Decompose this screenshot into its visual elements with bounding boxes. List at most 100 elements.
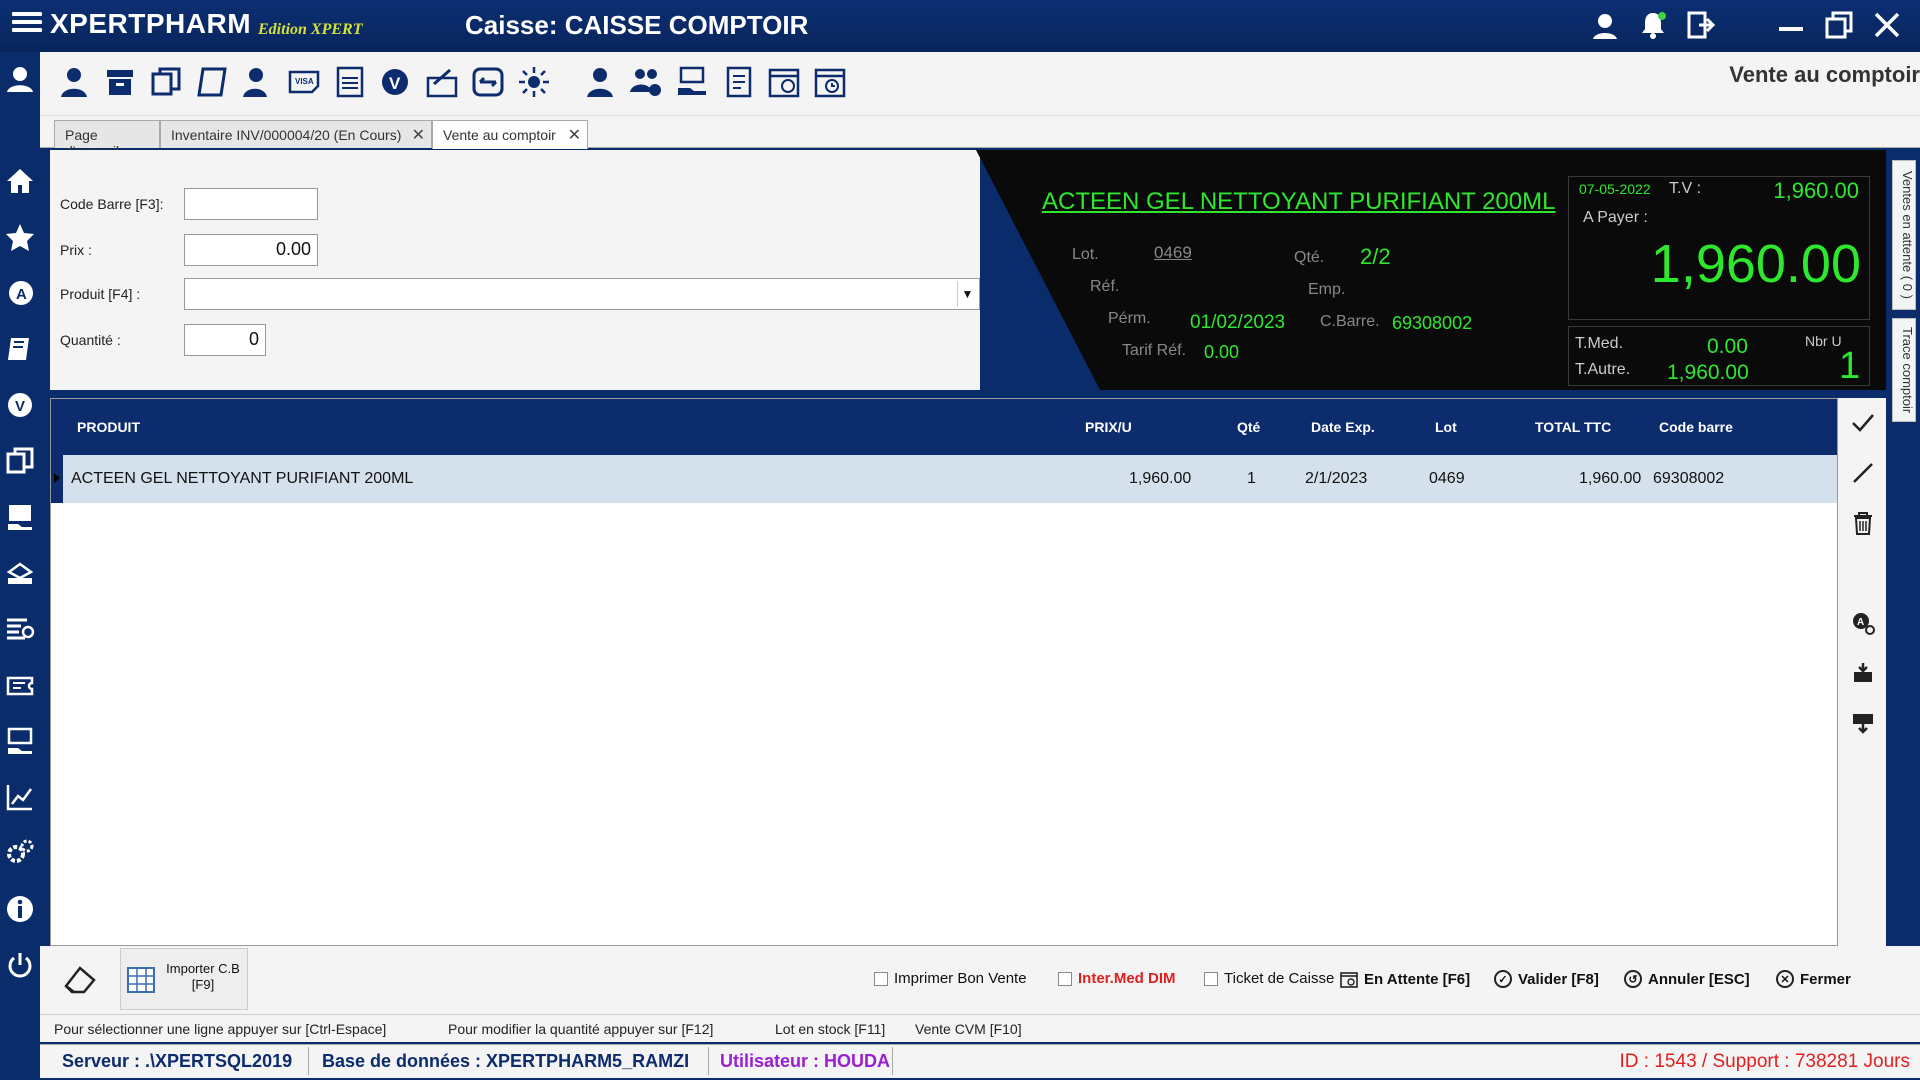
eraser-icon[interactable] [60, 960, 100, 1000]
ticket-icon[interactable] [3, 668, 37, 702]
valider-button[interactable]: ✓ Valider [F8] [1494, 970, 1599, 988]
stock-box-icon[interactable] [1848, 658, 1878, 688]
register-info-icon[interactable] [764, 62, 804, 102]
client-icon[interactable] [54, 62, 94, 102]
row-selector-icon[interactable] [51, 455, 63, 503]
ventes-icon[interactable]: V [3, 388, 37, 422]
checkbox[interactable] [874, 971, 888, 986]
bell-icon[interactable] [1636, 8, 1670, 42]
trash-icon[interactable] [1848, 508, 1878, 538]
quantite-label: Quantité : [60, 332, 121, 348]
sun-icon[interactable] [514, 62, 554, 102]
col-date-exp[interactable]: Date Exp. [1311, 419, 1375, 435]
tab-page-accueil[interactable]: Page d'accueil [54, 120, 160, 159]
invoice-icon[interactable] [718, 62, 758, 102]
achats-icon[interactable]: A [3, 276, 37, 310]
list-settings-icon[interactable] [3, 612, 37, 646]
col-qte[interactable]: Qté [1237, 419, 1260, 435]
search-product-icon[interactable]: A [1848, 608, 1878, 638]
tab-inventaire[interactable]: Inventaire INV/000004/20 (En Cours) ✕ [160, 120, 432, 148]
close-icon[interactable] [1870, 8, 1904, 42]
col-code-barre[interactable]: Code barre [1659, 419, 1733, 435]
fermer-button[interactable]: ✕ Fermer [1776, 970, 1851, 988]
prix-input[interactable]: 0.00 [184, 234, 318, 266]
col-total[interactable]: TOTAL TTC [1535, 419, 1611, 435]
check-icon[interactable] [1848, 408, 1878, 438]
checkbox[interactable] [1058, 971, 1072, 986]
user-support-icon[interactable] [1588, 8, 1622, 42]
user-profile-icon[interactable] [3, 62, 37, 96]
minimize-icon[interactable] [1774, 8, 1808, 42]
col-prix[interactable]: PRIX/U [1085, 419, 1132, 435]
imprimer-bon-checkbox[interactable]: Imprimer Bon Vente [874, 970, 1027, 987]
info-icon[interactable] [3, 892, 37, 926]
user-check-icon[interactable] [238, 62, 278, 102]
left-sidebar: A V [0, 52, 40, 1080]
table-row[interactable]: ACTEEN GEL NETTOYANT PURIFIANT 200ML 1,9… [51, 455, 1837, 503]
power-icon[interactable] [3, 948, 37, 982]
tab-vente-comptoir[interactable]: Vente au comptoir ✕ [432, 120, 588, 149]
tv-value: 1,960.00 [1773, 178, 1859, 203]
signature-icon[interactable] [422, 62, 462, 102]
archive-icon[interactable] [100, 62, 140, 102]
page-title: Vente au comptoir [1729, 62, 1920, 87]
person-icon[interactable] [580, 62, 620, 102]
info-product-name[interactable]: ACTEEN GEL NETTOYANT PURIFIANT 200ML [1042, 188, 1555, 216]
tmed-value: 0.00 [1707, 335, 1748, 358]
copy-icon[interactable] [3, 444, 37, 478]
app-brand: XPERTPHARM [50, 8, 252, 39]
transfer-icon[interactable] [3, 724, 37, 758]
imprimer-label: Imprimer Bon Vente [894, 970, 1027, 987]
trace-comptoir-tab[interactable]: Trace comptoir [1892, 318, 1916, 422]
col-produit[interactable]: PRODUIT [77, 419, 140, 435]
calculator-icon[interactable] [330, 62, 370, 102]
star-icon[interactable] [3, 220, 37, 254]
home-icon[interactable] [3, 164, 37, 198]
close-tab-icon[interactable]: ✕ [568, 125, 581, 145]
check-circle-icon: ✓ [1494, 970, 1512, 988]
svg-text:V: V [389, 74, 401, 93]
ventes-attente-tab[interactable]: Ventes en attente ( 0 ) [1892, 160, 1916, 310]
catalog-icon[interactable] [192, 62, 232, 102]
code-barre-input[interactable] [184, 188, 318, 220]
col-lot[interactable]: Lot [1435, 419, 1457, 435]
produit-select[interactable]: ▼ [184, 278, 980, 310]
payment-icon[interactable] [3, 500, 37, 534]
stock-icon[interactable] [3, 556, 37, 590]
close-tab-icon[interactable]: ✕ [412, 125, 425, 145]
hint-vente-cvm: Vente CVM [F10] [915, 1021, 1022, 1037]
tmed-label: T.Med. [1575, 335, 1624, 352]
tab-label: Inventaire INV/000004/20 (En Cours) [171, 127, 402, 143]
logout-icon[interactable] [1684, 8, 1718, 42]
product-info-panel: ACTEEN GEL NETTOYANT PURIFIANT 200ML Lot… [970, 150, 1886, 390]
restore-icon[interactable] [1822, 8, 1856, 42]
edit-pencil-icon[interactable] [1848, 458, 1878, 488]
exchange-icon[interactable] [468, 62, 508, 102]
duplicate-icon[interactable] [146, 62, 186, 102]
settings-icon[interactable] [3, 836, 37, 870]
register-clock-icon[interactable] [810, 62, 850, 102]
cell-date-exp: 2/1/2023 [1305, 470, 1368, 487]
chart-icon[interactable] [3, 780, 37, 814]
vente-circle-icon[interactable]: V [376, 62, 416, 102]
hamburger-menu-icon[interactable] [12, 8, 42, 38]
download-icon[interactable] [1848, 708, 1878, 738]
keyboard-hints-bar: Pour sélectionner une ligne appuyer sur … [40, 1014, 1920, 1042]
valider-label: Valider [F8] [1518, 970, 1599, 988]
inter-med-checkbox[interactable]: Inter.Med DIM [1058, 970, 1176, 987]
hand-pay-icon[interactable] [672, 62, 712, 102]
ticket-caisse-checkbox[interactable]: Ticket de Caisse [1204, 970, 1334, 987]
annuler-button[interactable]: ↺ Annuler [ESC] [1624, 970, 1750, 988]
checkbox[interactable] [1204, 971, 1218, 986]
product-entry-form: Code Barre [F3]: Prix : 0.00 Produit [F4… [50, 150, 980, 390]
visa-card-icon[interactable]: VISA [284, 62, 324, 102]
quantite-input[interactable]: 0 [184, 324, 266, 356]
support-status: ID : 1543 / Support : 738281 Jours [1619, 1051, 1910, 1072]
catalog-icon[interactable] [3, 332, 37, 366]
en-attente-button[interactable]: En Attente [F6] [1340, 970, 1470, 988]
lot-value[interactable]: 0469 [1154, 243, 1192, 263]
server-status: Serveur : .\XPERTSQL2019 [62, 1051, 293, 1071]
title-bar: XPERTPHARM Edition XPERT Caisse: CAISSE … [0, 0, 1920, 52]
import-cb-button[interactable]: Importer C.B [F9] [120, 948, 248, 1010]
group-check-icon[interactable] [626, 62, 666, 102]
